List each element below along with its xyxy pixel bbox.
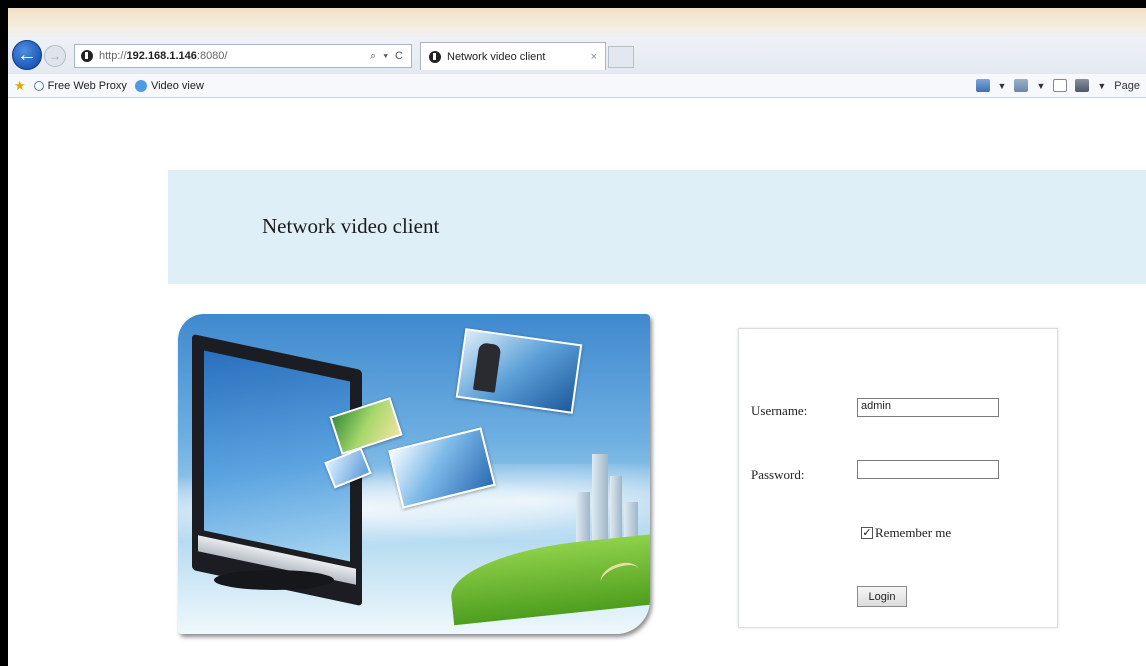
- favorite-label: Free Web Proxy: [47, 79, 127, 92]
- login-panel: Username: admin Password: ✓ Remember me …: [738, 328, 1058, 628]
- password-input[interactable]: [857, 460, 999, 479]
- monitor-screen-graphic: [204, 350, 350, 562]
- flying-photo-person: [455, 328, 583, 414]
- command-bar: ▼ ▼ ▼ Page: [975, 79, 1140, 92]
- tab-network-video-client[interactable]: Network video client ×: [420, 42, 606, 70]
- remember-me-row[interactable]: ✓ Remember me: [861, 525, 951, 541]
- print-dropdown-icon[interactable]: ▼: [1097, 81, 1106, 91]
- username-input[interactable]: admin: [857, 398, 999, 417]
- hero-image: [178, 314, 650, 634]
- back-button[interactable]: ←: [12, 40, 42, 70]
- new-tab-button[interactable]: [608, 46, 634, 68]
- favorites-star-icon[interactable]: ★: [14, 78, 26, 94]
- feeds-icon[interactable]: [1014, 79, 1029, 92]
- page-header-band: Network video client: [168, 170, 1146, 284]
- address-url[interactable]: http://192.168.1.146:8080/: [99, 50, 227, 62]
- login-button[interactable]: Login: [857, 586, 907, 607]
- favorites-bar: ★ Free Web Proxy Video view ▼ ▼ ▼ Page: [8, 74, 1146, 98]
- title-bar: [8, 8, 1146, 38]
- print-icon[interactable]: [1075, 79, 1090, 92]
- search-refresh-icons[interactable]: ⌕ ▾ C: [370, 50, 405, 63]
- mail-icon[interactable]: [1053, 79, 1068, 92]
- tab-title: Network video client: [447, 50, 546, 63]
- page-menu[interactable]: Page: [1114, 80, 1140, 92]
- url-prefix: http://: [99, 50, 127, 62]
- favorite-free-web-proxy[interactable]: Free Web Proxy: [33, 79, 127, 92]
- address-bar[interactable]: http://192.168.1.146:8080/ ⌕ ▾ C: [74, 44, 412, 68]
- close-tab-icon[interactable]: ×: [591, 51, 597, 63]
- back-arrow-icon: ←: [17, 44, 37, 66]
- favorite-label: Video view: [150, 79, 204, 92]
- home-dropdown-icon[interactable]: ▼: [998, 81, 1007, 91]
- page-title: Network video client: [262, 214, 440, 238]
- remember-me-label[interactable]: Remember me: [875, 525, 951, 541]
- forward-arrow-icon: →: [49, 49, 61, 63]
- favorite-video-view[interactable]: Video view: [134, 79, 204, 92]
- feeds-dropdown-icon[interactable]: ▼: [1036, 81, 1045, 91]
- forward-button[interactable]: →: [44, 45, 66, 67]
- search-icon: [33, 80, 44, 91]
- password-label: Password:: [751, 467, 805, 482]
- username-label: Username:: [751, 403, 808, 418]
- url-host: 192.168.1.146: [126, 50, 197, 62]
- browser-window: ← → http://192.168.1.146:8080/ ⌕ ▾ C Net…: [8, 8, 1146, 666]
- remember-me-checkbox[interactable]: ✓: [861, 527, 873, 539]
- url-port: :8080/: [196, 50, 228, 62]
- monitor-stand-graphic: [214, 570, 334, 590]
- ie-page-icon: [134, 79, 147, 92]
- tab-favicon-icon: [429, 50, 441, 63]
- site-info-icon[interactable]: [81, 50, 93, 62]
- navigation-bar: ← → http://192.168.1.146:8080/ ⌕ ▾ C Net…: [8, 38, 1146, 74]
- home-icon[interactable]: [975, 79, 990, 92]
